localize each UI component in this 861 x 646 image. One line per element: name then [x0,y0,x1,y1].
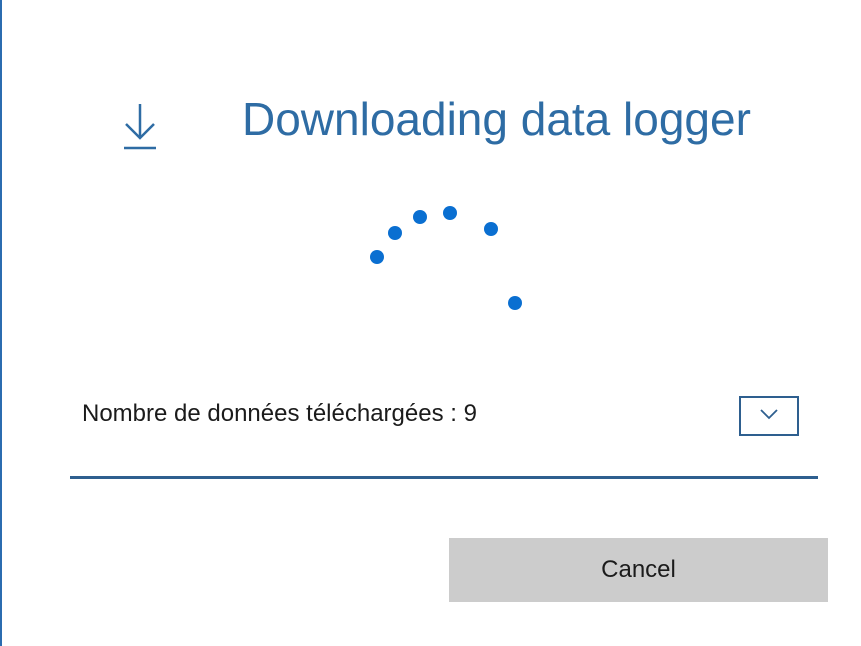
progress-spinner [362,200,532,320]
chevron-down-icon [758,407,780,426]
dialog-title: Downloading data logger [242,93,751,145]
spinner-dot [413,210,427,224]
download-arrow-icon [120,100,160,156]
divider [70,476,818,479]
cancel-button[interactable]: Cancel [449,538,828,602]
spinner-dot [443,206,457,220]
spinner-dot [508,296,522,310]
spinner-dot [388,226,402,240]
downloaded-count-label: Nombre de données téléchargées : 9 [82,400,477,427]
download-dialog: Downloading data logger Nombre de donnée… [0,0,861,646]
spinner-dot [484,222,498,236]
expand-details-button[interactable] [739,396,799,436]
spinner-dot [370,250,384,264]
